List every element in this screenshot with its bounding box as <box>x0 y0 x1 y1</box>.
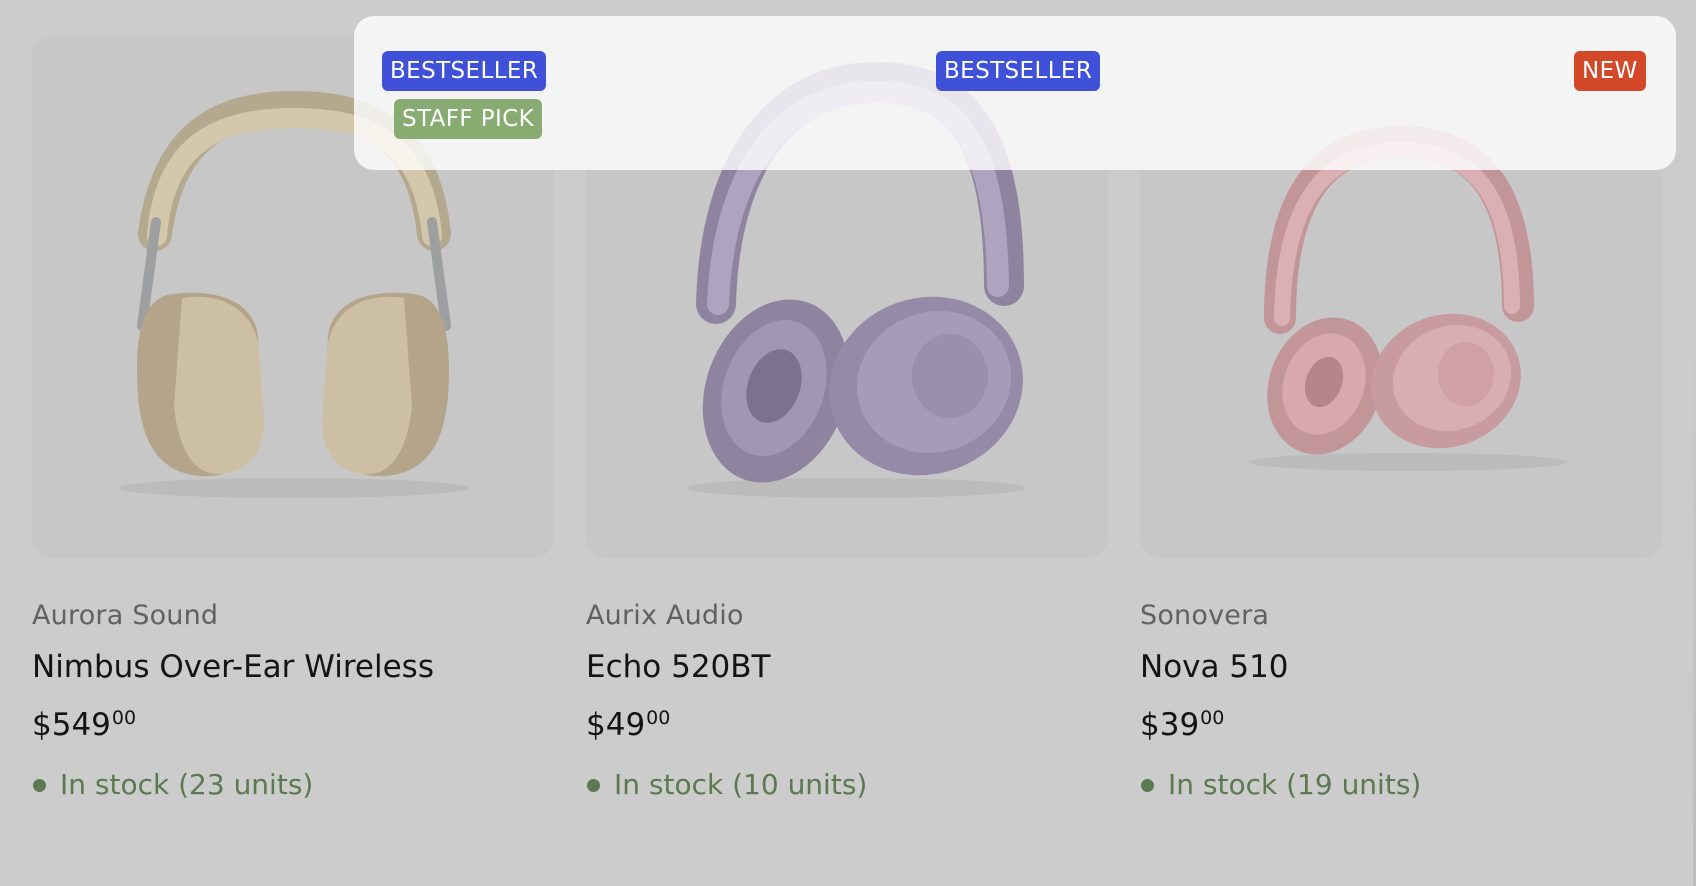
badge-overlay-panel <box>354 16 1676 170</box>
product-price: $39 00 <box>1140 705 1662 745</box>
product-name[interactable]: Nimbus Over-Ear Wireless <box>32 647 554 687</box>
stock-status: In stock (19 units) <box>1140 767 1662 803</box>
price-cents: 00 <box>1200 707 1225 729</box>
stock-status: In stock (23 units) <box>32 767 554 803</box>
price-cents: 00 <box>111 707 137 729</box>
badge-bestseller: BESTSELLER <box>936 51 1101 91</box>
in-stock-dot-icon <box>33 778 46 792</box>
price-dollars: $39 <box>1140 707 1200 743</box>
in-stock-dot-icon <box>1141 778 1154 792</box>
stock-status: In stock (10 units) <box>586 767 1108 803</box>
product-brand: Aurora Sound <box>32 600 219 631</box>
stock-label: In stock (10 units) <box>614 768 868 801</box>
badge-bestseller: BESTSELLER <box>382 51 547 91</box>
product-brand: Aurix Audio <box>586 600 744 631</box>
stock-label: In stock (19 units) <box>1168 768 1422 801</box>
in-stock-dot-icon <box>587 778 600 792</box>
product-brand: Sonovera <box>1140 600 1270 631</box>
badge-new: NEW <box>1574 51 1646 91</box>
price-cents: 00 <box>646 707 671 729</box>
price-dollars: $49 <box>586 707 646 743</box>
badge-staff-pick: STAFF PICK <box>394 99 543 139</box>
product-price: $549 00 <box>32 705 554 745</box>
product-name[interactable]: Nova 510 <box>1140 647 1662 687</box>
price-dollars: $549 <box>32 707 111 743</box>
stock-label: In stock (23 units) <box>60 768 314 801</box>
product-price: $49 00 <box>586 705 1108 745</box>
product-name[interactable]: Echo 520BT <box>586 647 1108 687</box>
